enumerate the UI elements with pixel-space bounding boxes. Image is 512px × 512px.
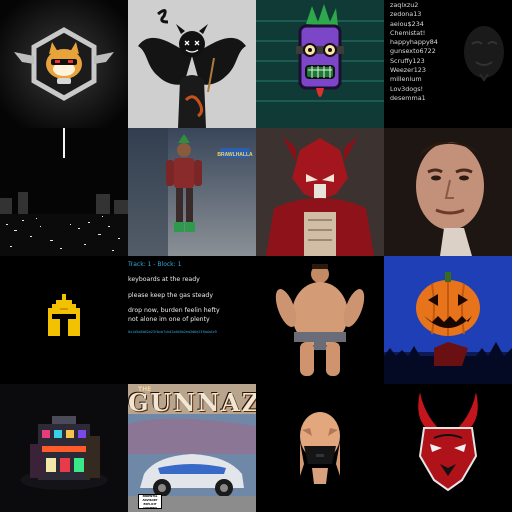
dark-city-art (0, 128, 128, 256)
username-item: millenium (390, 75, 422, 84)
nft-tile-dark-city[interactable] (0, 128, 128, 256)
username-item: aeiou$234 (390, 19, 424, 28)
lyrics-line: not alone im one of plenty (128, 316, 210, 323)
red-demon-mask-art (384, 384, 512, 512)
album-title: GUNNAZ (128, 388, 256, 417)
username-item: Scruffy123 (390, 56, 425, 65)
pixel-helmet-art (0, 256, 128, 384)
pumpkin-head-art (384, 256, 512, 384)
lyrics-line: keyboards at the ready (128, 276, 200, 283)
nft-tile-masked-skull[interactable] (256, 384, 384, 512)
nft-tile-hexagon-cat[interactable] (0, 0, 128, 128)
lyrics-line: please keep the gas steady (128, 292, 213, 299)
nft-tile-neon-building[interactable] (0, 384, 128, 512)
tiki-mask-art (256, 0, 384, 128)
username-item: Weezer123 (390, 66, 426, 75)
nft-tile-red-armored-warrior[interactable] (256, 128, 384, 256)
hexagon-cat-art (0, 0, 128, 128)
nft-tile-face-portrait[interactable] (384, 128, 512, 256)
username-item: gunsexto6722 (390, 47, 436, 56)
lyrics-line: drop now, burden feelin hefty (128, 307, 220, 314)
username-item: Chemistat! (390, 28, 426, 37)
nft-gallery-grid: zaqlxzu2 zedona13 aeiou$234 Chemistat! h… (0, 0, 512, 512)
sumo-wrestler-art (256, 256, 384, 384)
nft-tile-tiki-mask[interactable] (256, 0, 384, 128)
block-hash: 0x1d5a5b62a23fbcb7cb42a4b9a2ea3d6e23fbda… (128, 330, 217, 334)
username-item: happyhappy84 (390, 38, 438, 47)
red-armored-warrior-art (256, 128, 384, 256)
game-logo-text: BRAWLHALLA (217, 152, 253, 158)
winged-demon-art (128, 0, 256, 128)
game-character-art: BRAWLHALLA (128, 128, 256, 256)
neon-building-art (0, 384, 128, 512)
nft-tile-pumpkin-head[interactable] (384, 256, 512, 384)
username-item: zedona13 (390, 10, 422, 19)
nft-tile-game-character[interactable]: BRAWLHALLA (128, 128, 256, 256)
nft-tile-lyrics-block[interactable]: Track: 1 - Block: 1 keyboards at the rea… (128, 256, 256, 384)
nft-tile-red-demon-mask[interactable] (384, 384, 512, 512)
face-portrait-art (384, 128, 512, 256)
advisory-line: EXPLICIT CONTENT (143, 503, 157, 510)
parental-advisory-label: PARENTAL ADVISORY EXPLICIT CONTENT (138, 494, 162, 510)
nft-tile-winged-demon[interactable] (128, 0, 256, 128)
nft-tile-pixel-helmet[interactable] (0, 256, 128, 384)
username-item: zaqlxzu2 (390, 1, 419, 9)
masked-skull-art (256, 384, 384, 512)
track-label: Track: 1 - Block: 1 (128, 261, 182, 268)
username-list: zaqlxzu2 zedona13 aeiou$234 Chemistat! h… (390, 1, 438, 103)
username-item: Lov3dogs! (390, 84, 424, 93)
nft-tile-sumo-wrestler[interactable] (256, 256, 384, 384)
nft-tile-gunnaz-album[interactable]: THE GUNNAZ PARENTAL ADVISORY EXPLICIT CO… (128, 384, 256, 512)
nft-tile-username-list[interactable]: zaqlxzu2 zedona13 aeiou$234 Chemistat! h… (384, 0, 512, 128)
username-item: desemma1 (390, 93, 426, 102)
